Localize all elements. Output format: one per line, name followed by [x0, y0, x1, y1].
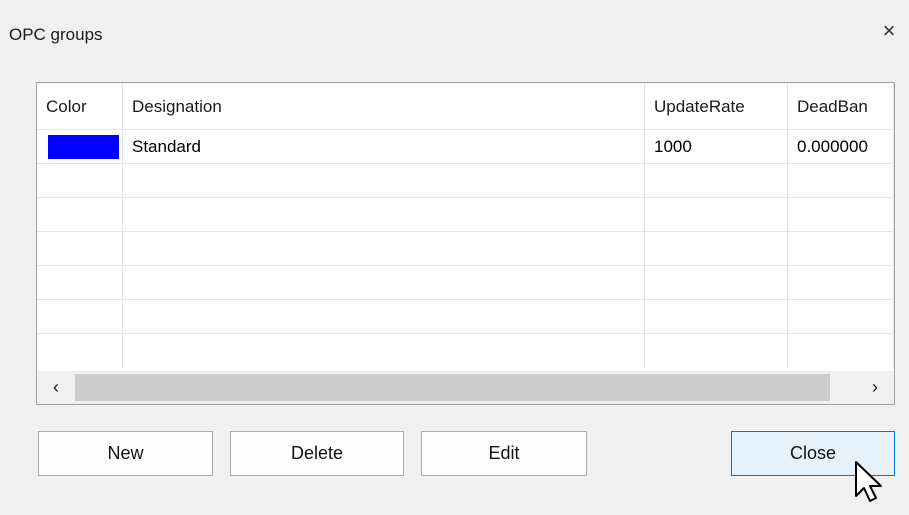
table-row[interactable] — [37, 300, 894, 334]
grid-body: Color Designation UpdateRate DeadBan Sta… — [37, 83, 894, 371]
table-row[interactable] — [37, 164, 894, 198]
updaterate-cell[interactable] — [645, 232, 788, 266]
deadband-cell[interactable] — [788, 266, 894, 300]
new-button[interactable]: New — [38, 431, 213, 476]
title-bar: OPC groups × — [0, 0, 909, 62]
grid-header: Color Designation UpdateRate DeadBan — [37, 83, 894, 130]
updaterate-cell[interactable]: 1000 — [645, 130, 788, 164]
table-row[interactable] — [37, 334, 894, 371]
deadband-cell[interactable] — [788, 300, 894, 334]
color-cell[interactable] — [37, 130, 123, 164]
deadband-cell[interactable]: 0.000000 — [788, 130, 894, 164]
column-header-color[interactable]: Color — [37, 83, 123, 130]
table-row[interactable] — [37, 232, 894, 266]
deadband-cell[interactable] — [788, 164, 894, 198]
designation-cell[interactable] — [123, 266, 645, 300]
designation-cell[interactable] — [123, 232, 645, 266]
column-header-deadband[interactable]: DeadBan — [788, 83, 894, 130]
updaterate-cell[interactable] — [645, 300, 788, 334]
color-cell[interactable] — [37, 266, 123, 300]
color-cell[interactable] — [37, 198, 123, 232]
color-cell[interactable] — [37, 164, 123, 198]
designation-cell[interactable] — [123, 198, 645, 232]
designation-cell[interactable] — [123, 334, 645, 368]
table-row[interactable] — [37, 266, 894, 300]
opc-groups-dialog: OPC groups × Color Designation UpdateRat… — [0, 0, 909, 515]
updaterate-cell[interactable] — [645, 198, 788, 232]
table-row[interactable]: Standard 1000 0.000000 — [37, 130, 894, 164]
scroll-left-icon[interactable]: ‹ — [37, 371, 75, 404]
color-cell[interactable] — [37, 232, 123, 266]
dialog-title: OPC groups — [9, 25, 103, 44]
table-row[interactable] — [37, 198, 894, 232]
scroll-right-icon[interactable]: › — [856, 371, 894, 404]
updaterate-cell[interactable] — [645, 334, 788, 368]
close-icon[interactable]: × — [876, 18, 902, 44]
designation-cell[interactable] — [123, 300, 645, 334]
updaterate-cell[interactable] — [645, 266, 788, 300]
groups-grid[interactable]: Color Designation UpdateRate DeadBan Sta… — [36, 82, 895, 405]
color-cell[interactable] — [37, 300, 123, 334]
deadband-cell[interactable] — [788, 198, 894, 232]
designation-cell[interactable] — [123, 164, 645, 198]
designation-cell[interactable]: Standard — [123, 130, 645, 164]
deadband-cell[interactable] — [788, 334, 894, 368]
updaterate-cell[interactable] — [645, 164, 788, 198]
deadband-cell[interactable] — [788, 232, 894, 266]
scrollbar-thumb[interactable] — [75, 374, 830, 401]
color-cell[interactable] — [37, 334, 123, 368]
edit-button[interactable]: Edit — [421, 431, 587, 476]
delete-button[interactable]: Delete — [230, 431, 404, 476]
horizontal-scrollbar[interactable]: ‹ › — [37, 371, 894, 404]
color-swatch — [48, 135, 119, 159]
mouse-pointer-icon — [855, 461, 882, 502]
column-header-updaterate[interactable]: UpdateRate — [645, 83, 788, 130]
column-header-designation[interactable]: Designation — [123, 83, 645, 130]
